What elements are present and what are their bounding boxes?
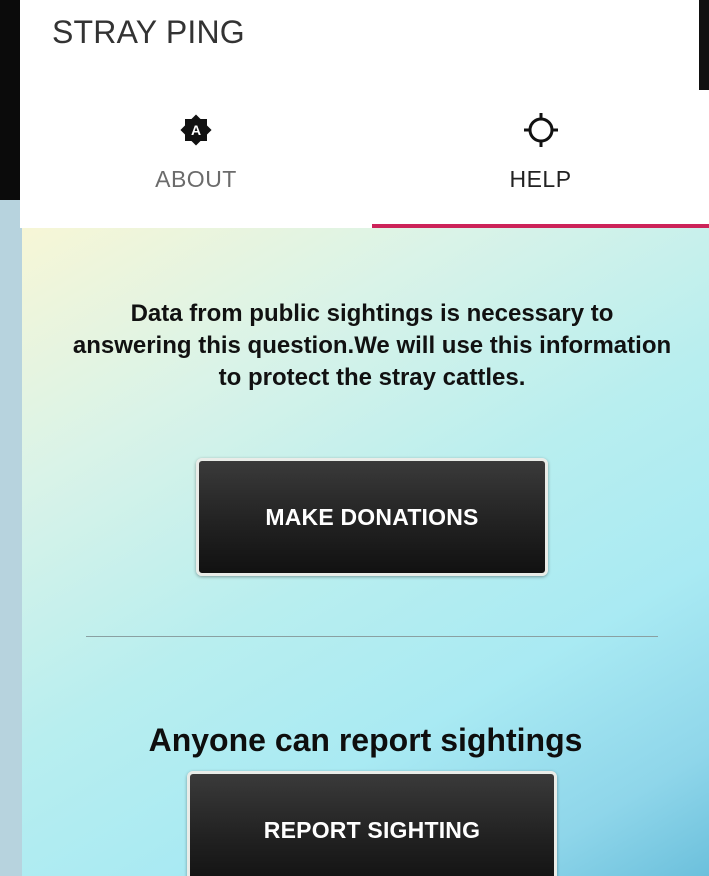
tab-help[interactable]: HELP: [372, 90, 709, 228]
tab-bar: A ABOUT HELP: [20, 90, 709, 228]
report-sighting-button[interactable]: REPORT SIGHTING: [187, 771, 557, 876]
divider: [86, 636, 658, 637]
crosshair-icon: [521, 110, 561, 150]
svg-text:A: A: [191, 122, 201, 138]
app-title: STRAY PING: [52, 14, 245, 50]
app-bar: STRAY PING: [20, 0, 699, 90]
help-content: Data from public sightings is necessary …: [22, 228, 709, 876]
info-text: Data from public sightings is necessary …: [72, 300, 672, 391]
tab-about[interactable]: A ABOUT: [20, 90, 372, 228]
tab-help-label: HELP: [509, 166, 572, 192]
make-donations-label: MAKE DONATIONS: [265, 503, 479, 530]
brightness-auto-icon: A: [176, 110, 216, 150]
tab-about-label: ABOUT: [155, 166, 237, 192]
background-edge-dark: [0, 0, 20, 200]
background-edge-light: [0, 200, 22, 876]
report-heading: Anyone can report sightings: [148, 722, 583, 758]
make-donations-button[interactable]: MAKE DONATIONS: [196, 458, 548, 576]
report-sighting-label: REPORT SIGHTING: [263, 816, 481, 843]
